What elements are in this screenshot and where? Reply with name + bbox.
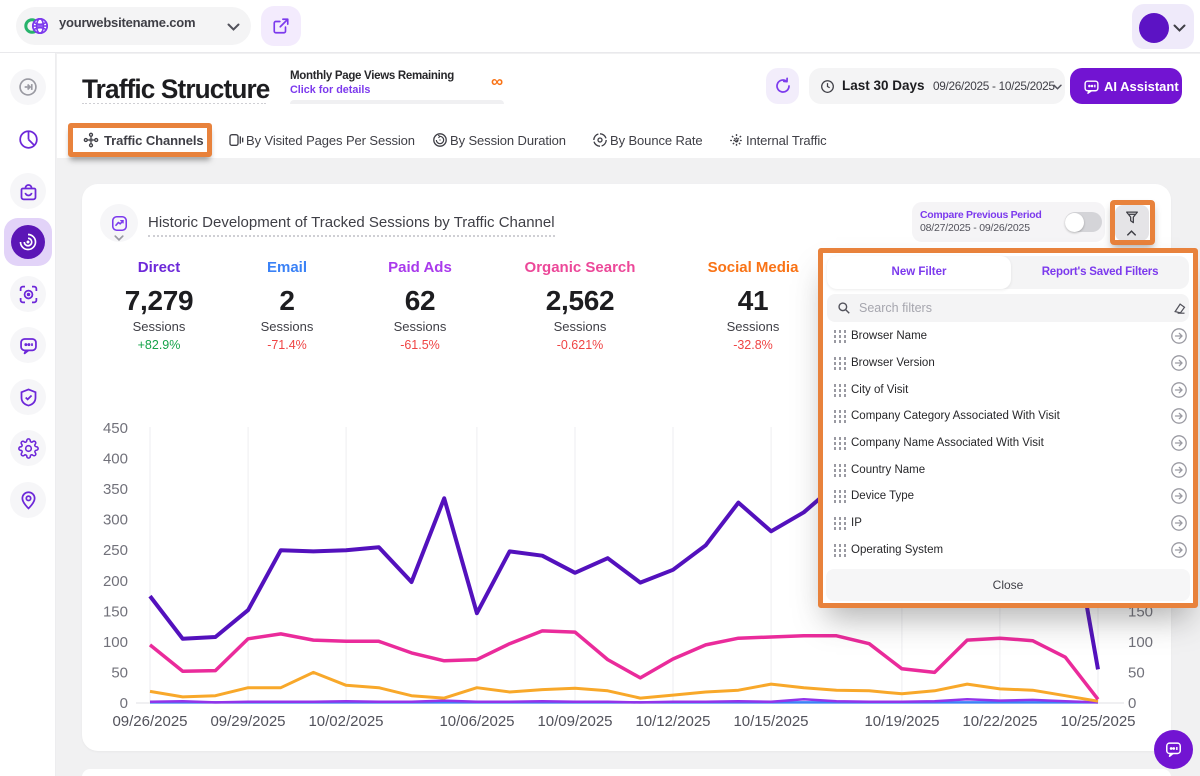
- svg-text:10/15/2025: 10/15/2025: [733, 713, 808, 730]
- svg-text:50: 50: [1128, 664, 1145, 681]
- svg-text:10/19/2025: 10/19/2025: [864, 713, 939, 730]
- svg-text:250: 250: [103, 542, 128, 559]
- svg-text:09/29/2025: 09/29/2025: [210, 713, 285, 730]
- svg-text:10/22/2025: 10/22/2025: [962, 713, 1037, 730]
- svg-text:10/12/2025: 10/12/2025: [635, 713, 710, 730]
- svg-text:09/26/2025: 09/26/2025: [112, 713, 187, 730]
- svg-text:0: 0: [1128, 695, 1136, 712]
- svg-text:350: 350: [103, 481, 128, 498]
- svg-text:400: 400: [103, 451, 128, 468]
- svg-text:450: 450: [103, 420, 128, 437]
- svg-text:300: 300: [103, 512, 128, 529]
- svg-text:10/02/2025: 10/02/2025: [308, 713, 383, 730]
- svg-text:100: 100: [1128, 634, 1153, 651]
- svg-text:10/06/2025: 10/06/2025: [439, 713, 514, 730]
- svg-text:0: 0: [120, 695, 128, 712]
- svg-text:10/09/2025: 10/09/2025: [537, 713, 612, 730]
- svg-text:10/25/2025: 10/25/2025: [1060, 713, 1135, 730]
- svg-text:100: 100: [103, 634, 128, 651]
- svg-text:200: 200: [103, 573, 128, 590]
- svg-text:50: 50: [111, 664, 128, 681]
- svg-text:150: 150: [103, 603, 128, 620]
